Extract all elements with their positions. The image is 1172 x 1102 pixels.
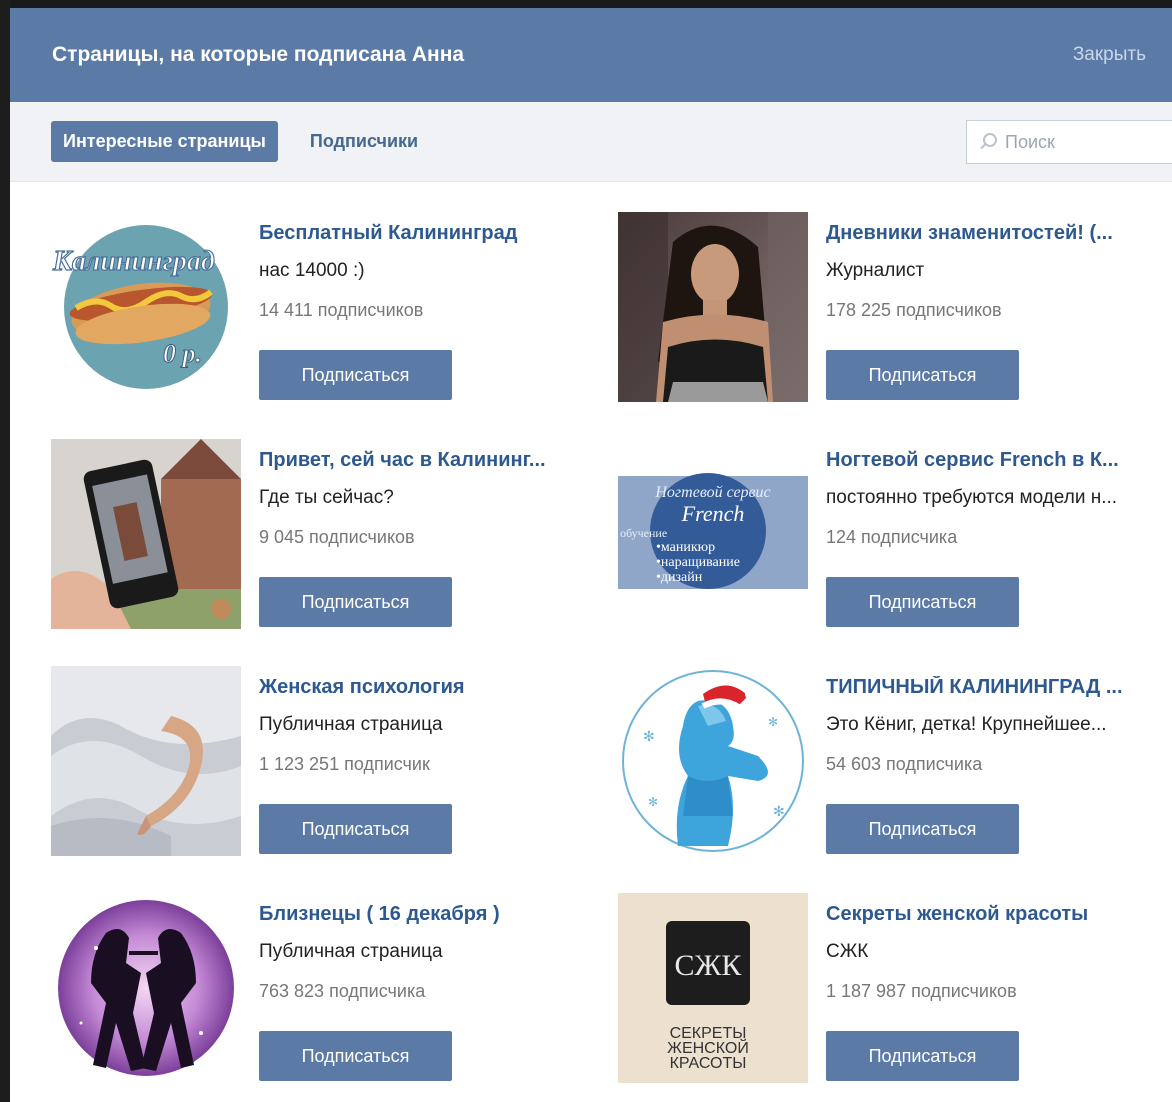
page-name[interactable]: Ногтевой сервис French в К...: [826, 449, 1171, 472]
svg-text:•наращивание: •наращивание: [656, 555, 740, 570]
page-subscribers-count: 1 187 987 подписчиков: [826, 981, 1017, 1001]
page-subscribers-count: 9 045 подписчиков: [259, 527, 415, 547]
svg-text:•дизайн: •дизайн: [656, 570, 703, 585]
page-name[interactable]: Близнецы ( 16 декабря ): [259, 903, 604, 926]
subscribe-button[interactable]: Подписаться: [259, 1031, 452, 1081]
page-card: Женская психология Публичная страница 1 …: [51, 666, 611, 866]
page-avatar-kaliningrad-hotdog[interactable]: Калининград 0 р.: [51, 212, 241, 402]
page-info: Женская психология Публичная страница 1 …: [259, 676, 604, 854]
svg-text:✻: ✻: [648, 795, 658, 809]
tab-subscribers[interactable]: Подписчики: [298, 121, 430, 162]
svg-text:Ногтевой сервис: Ногтевой сервис: [654, 484, 770, 501]
page-avatar-celebrity[interactable]: [618, 212, 808, 402]
page-name[interactable]: Бесплатный Калининград: [259, 222, 604, 245]
backdrop-top: [0, 0, 1172, 8]
tabs-bar: Интересные страницы Подписчики: [10, 102, 1172, 182]
page-description: Публичная страница: [259, 714, 443, 735]
subscribe-button[interactable]: Подписаться: [259, 804, 452, 854]
page-info: Дневники знаменитостей! (... Журналист 1…: [826, 222, 1171, 400]
page-info: Близнецы ( 16 декабря ) Публичная страни…: [259, 903, 604, 1081]
page-name[interactable]: Секреты женской красоты: [826, 903, 1171, 926]
page-description: СЖК: [826, 941, 869, 962]
svg-text:✻: ✻: [768, 715, 778, 729]
svg-text:•маникюр: •маникюр: [656, 540, 715, 555]
page-avatar-woman-bedsheet[interactable]: [51, 666, 241, 856]
page-card: СЖК СЕКРЕТЫ ЖЕНСКОЙ КРАСОТЫ Секреты женс…: [618, 893, 1172, 1093]
page-info: ТИПИЧНЫЙ КАЛИНИНГРАД ... Это Кёниг, детк…: [826, 676, 1171, 854]
search-input[interactable]: [1005, 131, 1165, 153]
page-name[interactable]: Привет, сей час в Калининг...: [259, 449, 604, 472]
subscribe-button[interactable]: Подписаться: [826, 1031, 1019, 1081]
subscribe-button[interactable]: Подписаться: [826, 804, 1019, 854]
page-subscribers-count: 124 подписчика: [826, 527, 958, 547]
page-subscribers-count: 1 123 251 подписчик: [259, 754, 430, 774]
modal-title: Страницы, на которые подписана Анна: [52, 43, 465, 66]
svg-text:Калининград: Калининград: [52, 246, 215, 277]
page-info: Привет, сей час в Калининг... Где ты сей…: [259, 449, 604, 627]
page-subscribers-count: 14 411 подписчиков: [259, 300, 424, 320]
close-link[interactable]: Закрыть: [1073, 44, 1146, 66]
page-description: Публичная страница: [259, 941, 443, 962]
page-avatar-nail-service[interactable]: Ногтевой сервис French обучение •маникюр…: [618, 439, 808, 629]
page-card: ✻ ✻ ✻ ✻ ТИПИЧНЫЙ КАЛИНИНГРАД ... Это Кён…: [618, 666, 1172, 866]
page-card: Привет, сей час в Калининг... Где ты сей…: [51, 439, 611, 639]
page-info: Бесплатный Калининград нас 14000 :) 14 4…: [259, 222, 604, 400]
svg-text:СЖК: СЖК: [675, 949, 743, 982]
subscribe-button[interactable]: Подписаться: [259, 577, 452, 627]
svg-text:0 р.: 0 р.: [163, 339, 202, 368]
page-description: постоянно требуются модели н...: [826, 487, 1118, 508]
page-subscribers-count: 54 603 подписчика: [826, 754, 983, 774]
svg-text:обучение: обучение: [620, 526, 667, 540]
page-avatar-typical-kaliningrad[interactable]: ✻ ✻ ✻ ✻: [618, 666, 808, 856]
svg-text:КРАСОТЫ: КРАСОТЫ: [670, 1055, 747, 1072]
page-card: Близнецы ( 16 декабря ) Публичная страни…: [51, 893, 611, 1093]
tab-interesting-pages[interactable]: Интересные страницы: [51, 121, 278, 162]
page-subscribers-count: 178 225 подписчиков: [826, 300, 1002, 320]
modal-header: Страницы, на которые подписана Анна Закр…: [10, 8, 1172, 102]
page-description: Это Кёниг, детка! Крупнейшее...: [826, 714, 1107, 735]
page-description: Где ты сейчас?: [259, 487, 394, 508]
page-info: Секреты женской красоты СЖК 1 187 987 по…: [826, 903, 1171, 1081]
page-card: Калининград 0 р. Бесплатный Калининград …: [51, 212, 611, 412]
page-description: Журналист: [826, 260, 925, 281]
subscribe-button[interactable]: Подписаться: [826, 350, 1019, 400]
page-card: Ногтевой сервис French обучение •маникюр…: [618, 439, 1172, 639]
subscribe-button[interactable]: Подписаться: [259, 350, 452, 400]
subscribe-button[interactable]: Подписаться: [826, 577, 1019, 627]
search-box[interactable]: [966, 120, 1172, 164]
page-avatar-beauty-secrets[interactable]: СЖК СЕКРЕТЫ ЖЕНСКОЙ КРАСОТЫ: [618, 893, 808, 1083]
page-name[interactable]: Женская психология: [259, 676, 604, 699]
page-avatar-gemini-zodiac[interactable]: [51, 893, 241, 1083]
page-avatar-phone-cathedral[interactable]: [51, 439, 241, 629]
search-icon: [979, 133, 997, 151]
svg-text:French: French: [681, 501, 745, 526]
page-card: Дневники знаменитостей! (... Журналист 1…: [618, 212, 1172, 412]
backdrop-left: [0, 0, 10, 1102]
page-description: нас 14000 :): [259, 260, 365, 281]
page-subscribers-count: 763 823 подписчика: [259, 981, 426, 1001]
subscriptions-modal: Страницы, на которые подписана Анна Закр…: [10, 8, 1172, 1102]
svg-text:✻: ✻: [773, 803, 785, 819]
svg-text:✻: ✻: [643, 728, 655, 744]
page-name[interactable]: ТИПИЧНЫЙ КАЛИНИНГРАД ...: [826, 676, 1171, 699]
page-info: Ногтевой сервис French в К... постоянно …: [826, 449, 1171, 627]
page-name[interactable]: Дневники знаменитостей! (...: [826, 222, 1171, 245]
